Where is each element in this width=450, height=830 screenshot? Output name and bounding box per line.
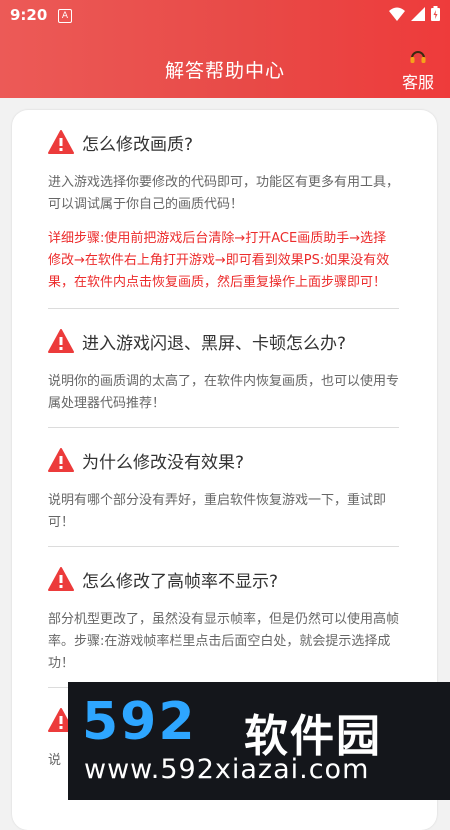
faq-item: 怎么修改画质? 进入游戏选择你要修改的代码即可，功能区有更多有用工具，可以调试属…	[48, 110, 399, 309]
status-bar: 9:20 A	[0, 0, 450, 32]
signal-icon	[411, 6, 425, 21]
faq-answer: 进入游戏选择你要修改的代码即可，功能区有更多有用工具，可以调试属于你自己的画质代…	[48, 175, 400, 212]
faq-question: 进入游戏闪退、黑屏、卡顿怎么办?	[82, 333, 347, 354]
watermark-overlay: 592 软件园 www.592xiazai.com	[68, 682, 450, 800]
customer-service-button[interactable]: 客服	[398, 48, 438, 93]
warning-icon	[48, 130, 74, 154]
faq-detail: 详细步骤:使用前把游戏后台清除→打开ACE画质助手→选择修改→在软件右上角打开游…	[48, 231, 390, 290]
status-icons	[389, 6, 440, 21]
faq-item: 进入游戏闪退、黑屏、卡顿怎么办? 说明你的画质调的太高了，在软件内恢复画质，也可…	[48, 309, 399, 428]
faq-answer: 部分机型更改了，虽然没有显示帧率，但是仍然可以使用高帧率。步骤:在游戏帧率栏里点…	[48, 612, 400, 671]
faq-question: 怎么修改了高帧率不显示?	[82, 571, 279, 592]
faq-item: 为什么修改没有效果? 说明有哪个部分没有弄好，重启软件恢复游戏一下，重试即可！	[48, 428, 399, 547]
notification-icon: A	[58, 9, 72, 23]
page-title: 解答帮助中心	[164, 60, 285, 82]
faq-answer: 说明你的画质调的太高了，在软件内恢复画质，也可以使用专属处理器代码推荐！	[48, 374, 400, 411]
faq-question: 为什么修改没有效果?	[82, 452, 245, 473]
customer-service-label: 客服	[401, 73, 434, 92]
wifi-icon	[389, 7, 405, 21]
watermark-url: www.592xiazai.com	[84, 754, 370, 785]
headset-icon	[410, 51, 426, 63]
warning-icon	[48, 448, 74, 472]
faq-question: 怎么修改画质?	[82, 134, 194, 155]
app-header: 9:20 A 解答帮助中心 客服	[0, 0, 450, 98]
warning-icon	[48, 567, 74, 591]
faq-answer: 说明有哪个部分没有弄好，重启软件恢复游戏一下，重试即可！	[48, 493, 387, 530]
battery-icon	[431, 6, 440, 21]
watermark-logo: 592	[82, 692, 197, 752]
warning-icon	[48, 329, 74, 353]
status-time: 9:20	[10, 6, 48, 24]
faq-item: 怎么修改了高帧率不显示? 部分机型更改了，虽然没有显示帧率，但是仍然可以使用高帧…	[48, 547, 399, 688]
